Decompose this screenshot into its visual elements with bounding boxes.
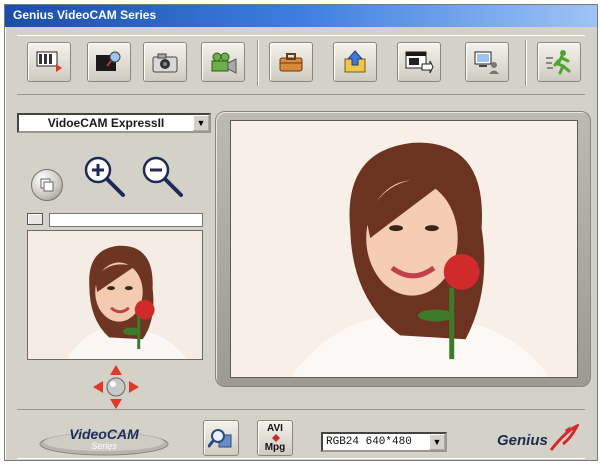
- chevron-down-icon[interactable]: ▼: [429, 434, 445, 450]
- film-strip-icon: [36, 51, 62, 72]
- video-camera-button[interactable]: [201, 42, 245, 82]
- toolbox-button[interactable]: [269, 42, 313, 82]
- portrait-image: [231, 121, 577, 377]
- magnifier-icon: [208, 429, 232, 448]
- netmeeting-button[interactable]: [465, 42, 509, 82]
- resolution-select[interactable]: RGB24 640*480 ▼: [321, 432, 447, 452]
- thumbnail-preview[interactable]: [27, 230, 203, 360]
- copy-button[interactable]: [31, 169, 63, 201]
- upload-button[interactable]: [333, 42, 377, 82]
- genius-logo: Genius: [497, 424, 579, 454]
- toolbox-icon: [279, 53, 303, 72]
- avi-label: AVI: [267, 423, 283, 434]
- live-video-preview[interactable]: [230, 120, 578, 378]
- slider-handle[interactable]: [27, 213, 43, 225]
- brand-series: Series: [91, 441, 117, 451]
- search-button[interactable]: [203, 420, 239, 456]
- zoom-in-button[interactable]: [81, 153, 127, 199]
- snapshot-edit-button[interactable]: [87, 42, 131, 82]
- running-man-icon: [546, 50, 571, 75]
- genius-swoosh-icon: [549, 424, 579, 451]
- photo-zoom-icon: [96, 51, 121, 71]
- camcorder-icon: [211, 52, 237, 74]
- logo-text: Genius: [497, 432, 548, 449]
- videocam-brand-plate: VideoCAM Series: [37, 422, 171, 456]
- send-window-button[interactable]: [397, 42, 441, 82]
- device-select-value: VidoeCAM ExpressII: [47, 116, 165, 130]
- video-capture-button[interactable]: [27, 42, 71, 82]
- title-bar[interactable]: Genius VideoCAM Series: [5, 5, 597, 27]
- camera-icon: [152, 53, 178, 73]
- toolbar-separator: [257, 40, 259, 86]
- toolbar-separator: [525, 40, 527, 86]
- upload-icon: [344, 50, 366, 73]
- device-select[interactable]: VidoeCAM ExpressII ▼: [17, 113, 211, 133]
- direction-arrows-icon: [93, 365, 139, 409]
- convert-arrows-icon: [272, 434, 280, 442]
- toolbar: [17, 35, 585, 95]
- slider-track[interactable]: [49, 213, 203, 227]
- portrait-image: [28, 231, 202, 359]
- main-preview-frame: [215, 111, 591, 387]
- exit-button[interactable]: [537, 42, 581, 82]
- pan-direction-pad[interactable]: [93, 365, 139, 409]
- avi-mpg-convert-button[interactable]: AVI Mpg: [257, 420, 293, 456]
- chevron-down-icon[interactable]: ▼: [193, 115, 209, 131]
- resolution-value: RGB24 640*480: [326, 436, 412, 448]
- zoom-in-icon: [84, 156, 125, 197]
- computer-people-icon: [474, 51, 499, 74]
- still-camera-button[interactable]: [143, 42, 187, 82]
- app-window: Genius VideoCAM Series VidoeCAM ExpressI…: [4, 4, 598, 461]
- zoom-out-icon: [142, 156, 183, 197]
- window-title: Genius VideoCAM Series: [13, 8, 157, 22]
- brand-name: VideoCAM: [69, 426, 139, 442]
- mpg-label: Mpg: [264, 442, 286, 453]
- copy-icon: [40, 178, 54, 192]
- zoom-slider[interactable]: [27, 213, 203, 227]
- bottom-bar: VideoCAM Series AVI Mpg RGB24 640*480 ▼ …: [17, 409, 585, 459]
- zoom-out-button[interactable]: [139, 153, 185, 199]
- window-arrow-icon: [405, 51, 434, 74]
